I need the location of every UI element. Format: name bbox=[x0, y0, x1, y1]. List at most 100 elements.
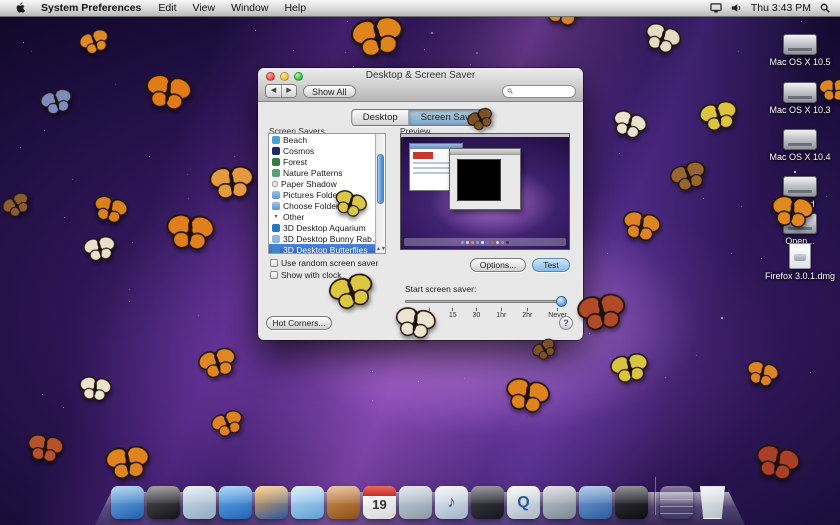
minimize-button[interactable] bbox=[280, 72, 289, 81]
list-item-forest[interactable]: Forest bbox=[269, 156, 385, 167]
list-item-label: Cosmos bbox=[283, 145, 315, 156]
dock-ical-icon[interactable]: 19 bbox=[363, 486, 396, 519]
drive-icon bbox=[783, 34, 817, 55]
dock-itunes-icon[interactable]: ♪ bbox=[435, 486, 468, 519]
desktop-icon-firefox-dmg[interactable]: Firefox 3.0.1.dmg bbox=[762, 243, 838, 281]
screensaver-thumb-icon bbox=[272, 157, 280, 166]
menu-view[interactable]: View bbox=[185, 0, 224, 17]
disclosure-triangle-icon[interactable]: ▾ bbox=[272, 213, 280, 220]
checkbox-label: Use random screen saver bbox=[281, 258, 379, 268]
list-item-label: Pictures Folder bbox=[283, 189, 341, 200]
window-content: Desktop Screen Saver Screen Savers Beach… bbox=[258, 102, 583, 340]
volume-menu-icon[interactable] bbox=[731, 3, 742, 13]
forward-button[interactable]: ▶ bbox=[281, 85, 296, 97]
preview-pane bbox=[400, 133, 570, 250]
desktop-icon-macosx-103[interactable]: Mac OS X 10.3 bbox=[762, 82, 838, 115]
list-item-label: 3D Desktop Aquarium bbox=[283, 222, 366, 233]
back-button[interactable]: ◀ bbox=[266, 85, 281, 97]
menu-edit[interactable]: Edit bbox=[150, 0, 184, 17]
dock-dvd-player-icon[interactable] bbox=[471, 486, 504, 519]
checkbox-show-clock[interactable]: Show with clock bbox=[270, 270, 341, 280]
menu-help[interactable]: Help bbox=[276, 0, 314, 17]
list-item-3d-aquarium[interactable]: 3D Desktop Aquarium bbox=[269, 222, 385, 233]
list-item-3d-butterflies[interactable]: 3D Desktop Butterflies bbox=[269, 244, 385, 254]
desktop-icon-macosx-105[interactable]: Mac OS X 10.5 bbox=[762, 34, 838, 67]
dock-safari-icon[interactable] bbox=[219, 486, 252, 519]
test-button[interactable]: Test bbox=[532, 258, 570, 272]
dock-finder-icon[interactable] bbox=[111, 486, 144, 519]
desktop-icon-shared[interactable]: Shared bbox=[762, 176, 838, 209]
displays-menu-icon[interactable] bbox=[710, 3, 722, 13]
tick: 1hr bbox=[496, 308, 506, 319]
slider-thumb[interactable] bbox=[556, 296, 567, 307]
search-input[interactable] bbox=[515, 86, 571, 96]
list-item-label: Beach bbox=[283, 134, 308, 145]
search-field[interactable] bbox=[502, 84, 576, 98]
window-toolbar: ◀ ▶ Show All bbox=[258, 83, 583, 99]
list-item-label: Forest bbox=[283, 156, 308, 167]
dock-quicktime-icon[interactable]: Q bbox=[507, 486, 540, 519]
tick: 3 bbox=[405, 308, 411, 319]
desktop-icon-label: Mac OS X 10.3 bbox=[769, 105, 831, 115]
zoom-button[interactable] bbox=[294, 72, 303, 81]
list-item-label: 3D Desktop Butterflies bbox=[283, 244, 368, 254]
list-item-beach[interactable]: Beach bbox=[269, 134, 385, 145]
scrollbar-thumb[interactable] bbox=[377, 154, 384, 204]
tab-screen-saver[interactable]: Screen Saver bbox=[408, 110, 490, 125]
list-group-other[interactable]: ▾ Other bbox=[269, 211, 385, 222]
screensaver-thumb-icon bbox=[272, 223, 280, 232]
options-button[interactable]: Options... bbox=[470, 258, 526, 272]
menu-window[interactable]: Window bbox=[223, 0, 276, 17]
desktop: Mac OS X 10.5 Mac OS X 10.3 Mac OS X 10.… bbox=[0, 0, 840, 525]
dock-firefox-icon[interactable] bbox=[255, 486, 288, 519]
window-titlebar[interactable]: Desktop & Screen Saver ◀ ▶ Show All bbox=[258, 68, 583, 102]
tab-desktop[interactable]: Desktop bbox=[351, 110, 409, 125]
dock-iphoto-icon[interactable] bbox=[399, 486, 432, 519]
dock-dashboard-icon[interactable] bbox=[147, 486, 180, 519]
checkbox-use-random[interactable]: Use random screen saver bbox=[270, 258, 378, 268]
list-item-pictures-folder[interactable]: Pictures Folder bbox=[269, 189, 385, 200]
menu-app-name[interactable]: System Preferences bbox=[32, 0, 150, 17]
dock-mail-icon[interactable] bbox=[183, 486, 216, 519]
checkbox-box[interactable] bbox=[270, 259, 278, 267]
slider-track[interactable] bbox=[405, 300, 567, 303]
list-scrollbar[interactable]: ▲▼ bbox=[375, 134, 385, 253]
drive-icon bbox=[783, 129, 817, 150]
apple-menu[interactable] bbox=[10, 2, 32, 14]
list-item-nature-patterns[interactable]: Nature Patterns bbox=[269, 167, 385, 178]
help-button[interactable]: ? bbox=[559, 316, 573, 330]
dock-address-book-icon[interactable] bbox=[327, 486, 360, 519]
ical-day-number: 19 bbox=[372, 497, 387, 512]
list-item-choose-folder[interactable]: Choose Folder... bbox=[269, 200, 385, 211]
mini-dock bbox=[404, 238, 566, 246]
list-item-3d-bunny-rabbits[interactable]: 3D Desktop Bunny Rabbits bbox=[269, 233, 385, 244]
menu-bar: System Preferences Edit View Window Help… bbox=[0, 0, 840, 17]
drive-icon bbox=[783, 176, 817, 197]
dock-separator bbox=[653, 477, 655, 515]
start-screensaver-label: Start screen saver: bbox=[405, 284, 477, 294]
tick: 15 bbox=[449, 308, 457, 319]
menu-clock[interactable]: Thu 3:43 PM bbox=[751, 2, 811, 14]
dock-trash-icon[interactable] bbox=[699, 486, 726, 519]
close-button[interactable] bbox=[266, 72, 275, 81]
start-screensaver-slider[interactable]: 3 5 15 30 1hr 2hr Never bbox=[405, 295, 567, 321]
desktop-icon-macosx-104[interactable]: Mac OS X 10.4 bbox=[762, 129, 838, 162]
show-all-button[interactable]: Show All bbox=[303, 84, 356, 98]
dock-ichat-icon[interactable] bbox=[291, 486, 324, 519]
spotlight-icon[interactable] bbox=[820, 3, 830, 13]
desktop-icon-label: Shared bbox=[785, 199, 815, 209]
checkbox-box[interactable] bbox=[270, 271, 278, 279]
scrollbar-arrows[interactable]: ▲▼ bbox=[376, 247, 385, 252]
dock-system-preferences-icon[interactable] bbox=[543, 486, 576, 519]
hot-corners-button[interactable]: Hot Corners... bbox=[266, 316, 332, 330]
list-item-paper-shadow[interactable]: Paper Shadow bbox=[269, 178, 385, 189]
screensaver-list: Beach Cosmos Forest Nature Patterns Pape… bbox=[268, 133, 386, 254]
dock-terminal-icon[interactable] bbox=[615, 486, 648, 519]
tick: 30 bbox=[473, 308, 480, 319]
list-item-cosmos[interactable]: Cosmos bbox=[269, 145, 385, 156]
dock-documents-stack-icon[interactable] bbox=[660, 486, 693, 519]
drive-icon bbox=[783, 82, 817, 103]
list-item-label: Other bbox=[283, 211, 305, 222]
dock-spaces-icon[interactable] bbox=[579, 486, 612, 519]
desktop-icon-open[interactable]: Open... bbox=[762, 213, 838, 246]
